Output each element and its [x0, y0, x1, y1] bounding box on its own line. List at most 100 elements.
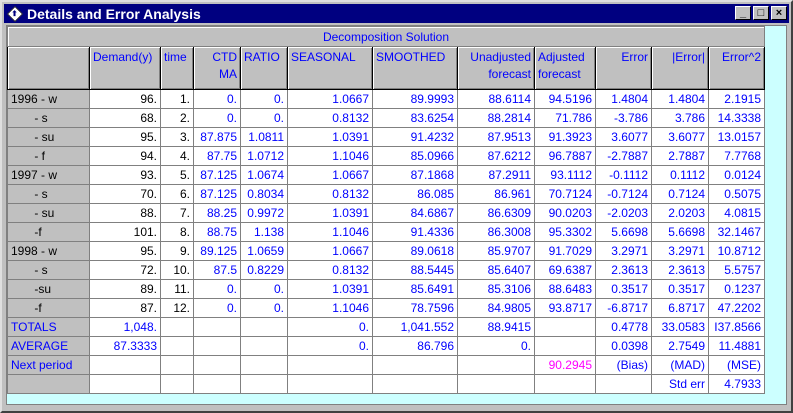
table-cell[interactable]: 89.9993 — [372, 89, 458, 109]
row-header[interactable]: Next period — [7, 355, 90, 375]
table-cell[interactable]: 13.0157 — [708, 127, 765, 147]
table-cell[interactable]: 1.0667 — [287, 89, 373, 109]
table-cell[interactable]: 1.0391 — [287, 203, 373, 223]
table-cell[interactable]: 86.961 — [457, 184, 535, 204]
table-cell[interactable]: 88.5445 — [372, 260, 458, 280]
table-cell[interactable] — [372, 355, 458, 375]
row-header[interactable]: - f — [7, 146, 90, 166]
table-cell[interactable]: 4. — [160, 146, 194, 166]
table-cell[interactable]: 4.7933 — [708, 374, 765, 394]
row-header[interactable]: 1997 - w — [7, 165, 90, 185]
table-cell[interactable]: 86.796 — [372, 336, 458, 356]
table-cell[interactable]: 0.0124 — [708, 165, 765, 185]
table-cell[interactable]: 0. — [457, 336, 535, 356]
table-cell[interactable]: 87. — [89, 298, 161, 318]
table-cell[interactable]: 83.6254 — [372, 108, 458, 128]
table-cell[interactable]: -6.8717 — [595, 298, 652, 318]
table-cell[interactable]: 88.6483 — [534, 279, 596, 299]
table-cell[interactable]: 1.0667 — [287, 241, 373, 261]
table-cell[interactable]: 87.6212 — [457, 146, 535, 166]
table-cell[interactable]: -0.1112 — [595, 165, 652, 185]
table-cell[interactable]: 0.3517 — [651, 279, 709, 299]
table-cell[interactable] — [89, 355, 161, 375]
table-cell[interactable]: 6.8717 — [651, 298, 709, 318]
table-cell[interactable]: 1.1046 — [287, 146, 373, 166]
table-cell[interactable]: 1. — [160, 89, 194, 109]
table-cell[interactable]: 8. — [160, 222, 194, 242]
table-cell[interactable]: 0. — [193, 298, 241, 318]
table-cell[interactable]: 87.3333 — [89, 336, 161, 356]
table-cell[interactable]: 2.7549 — [651, 336, 709, 356]
column-header[interactable]: Error^2 — [708, 46, 765, 90]
row-header[interactable]: -f — [7, 222, 90, 242]
table-cell[interactable]: 87.1868 — [372, 165, 458, 185]
table-cell[interactable]: 3. — [160, 127, 194, 147]
row-header[interactable]: - su — [7, 203, 90, 223]
table-cell[interactable]: 95. — [89, 127, 161, 147]
table-cell[interactable]: 1.1046 — [287, 298, 373, 318]
table-cell[interactable]: 68. — [89, 108, 161, 128]
table-cell[interactable]: 1.0674 — [240, 165, 288, 185]
column-header[interactable]: Error — [595, 46, 652, 90]
row-header[interactable]: - s — [7, 184, 90, 204]
table-cell[interactable]: 94.5196 — [534, 89, 596, 109]
table-cell[interactable]: 0.1237 — [708, 279, 765, 299]
table-cell[interactable]: 70.7124 — [534, 184, 596, 204]
table-cell[interactable]: 0. — [287, 336, 373, 356]
table-cell[interactable]: 0. — [193, 89, 241, 109]
table-cell[interactable]: 88.25 — [193, 203, 241, 223]
table-cell[interactable]: 0. — [193, 108, 241, 128]
column-header[interactable]: Adjusted forecast — [534, 46, 596, 90]
table-cell[interactable]: 0.3517 — [595, 279, 652, 299]
table-cell[interactable]: 87.125 — [193, 165, 241, 185]
table-cell[interactable]: 91.4336 — [372, 222, 458, 242]
row-header[interactable]: 1996 - w — [7, 89, 90, 109]
table-cell[interactable]: 91.7029 — [534, 241, 596, 261]
table-cell[interactable]: 71.786 — [534, 108, 596, 128]
table-cell[interactable]: 0.9972 — [240, 203, 288, 223]
table-cell[interactable]: 95.3302 — [534, 222, 596, 242]
table-cell[interactable]: 89. — [89, 279, 161, 299]
table-cell[interactable]: 0.7124 — [651, 184, 709, 204]
table-cell[interactable]: (Bias) — [595, 355, 652, 375]
table-cell[interactable]: 87.75 — [193, 146, 241, 166]
table-cell[interactable] — [193, 336, 241, 356]
table-cell[interactable]: 0. — [240, 279, 288, 299]
table-cell[interactable]: 1.0659 — [240, 241, 288, 261]
table-cell[interactable]: 85.6491 — [372, 279, 458, 299]
table-cell[interactable]: 1.4804 — [651, 89, 709, 109]
table-cell[interactable] — [534, 336, 596, 356]
table-cell[interactable]: 96.7887 — [534, 146, 596, 166]
column-header[interactable]: Unadjusted forecast — [457, 46, 535, 90]
table-cell[interactable]: 0. — [193, 279, 241, 299]
table-cell[interactable] — [193, 317, 241, 337]
table-cell[interactable]: 85.0966 — [372, 146, 458, 166]
table-cell[interactable]: 2.1915 — [708, 89, 765, 109]
table-cell[interactable]: 93. — [89, 165, 161, 185]
table-cell[interactable]: (MSE) — [708, 355, 765, 375]
table-cell[interactable]: 1.138 — [240, 222, 288, 242]
table-cell[interactable]: 90.2945 — [534, 355, 596, 375]
table-cell[interactable] — [160, 317, 194, 337]
table-cell[interactable]: 5. — [160, 165, 194, 185]
row-header[interactable]: TOTALS — [7, 317, 90, 337]
table-cell[interactable]: 2.7887 — [651, 146, 709, 166]
table-cell[interactable]: 88. — [89, 203, 161, 223]
table-cell[interactable]: 1.4804 — [595, 89, 652, 109]
table-cell[interactable]: 84.6867 — [372, 203, 458, 223]
table-cell[interactable]: 0.0398 — [595, 336, 652, 356]
table-cell[interactable]: 87.125 — [193, 184, 241, 204]
table-cell[interactable]: 3.2971 — [595, 241, 652, 261]
table-cell[interactable] — [240, 317, 288, 337]
table-cell[interactable]: 2.3613 — [651, 260, 709, 280]
row-header[interactable]: AVERAGE — [7, 336, 90, 356]
table-cell[interactable] — [595, 374, 652, 394]
table-cell[interactable]: 0. — [240, 89, 288, 109]
table-cell[interactable]: 32.1467 — [708, 222, 765, 242]
table-cell[interactable]: -2.7887 — [595, 146, 652, 166]
table-cell[interactable]: 0. — [287, 317, 373, 337]
row-header[interactable]: - su — [7, 127, 90, 147]
table-cell[interactable]: 85.9707 — [457, 241, 535, 261]
table-cell[interactable]: 5.5757 — [708, 260, 765, 280]
table-cell[interactable] — [160, 374, 194, 394]
